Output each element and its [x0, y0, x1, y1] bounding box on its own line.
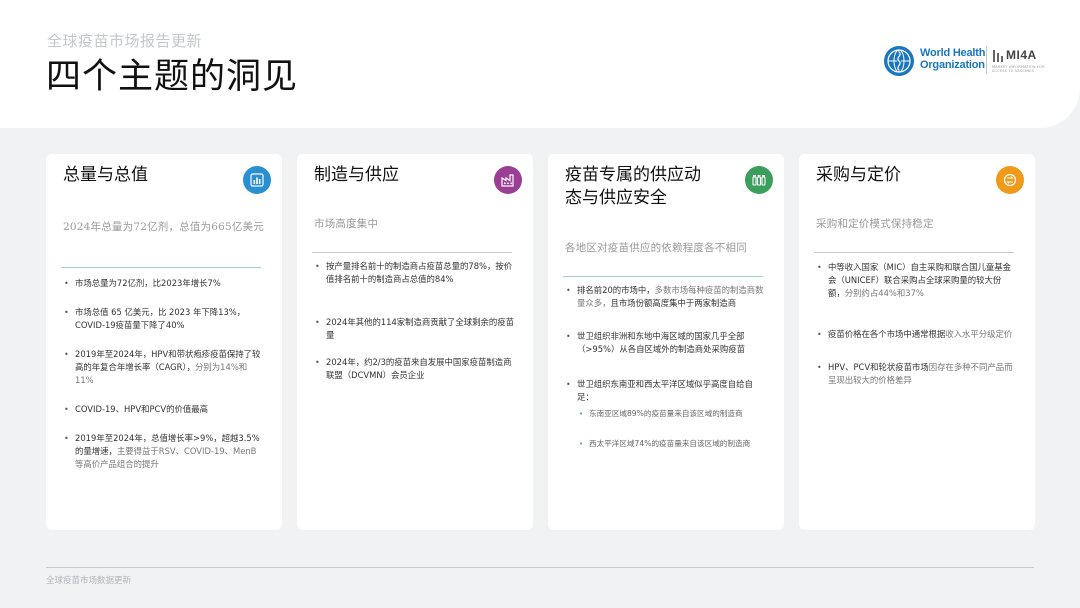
list-item: 世卫组织非洲和东地中海区域的国家几乎全部（>95%）从各自区域外的制造商处采购疫…	[566, 330, 766, 356]
list-item: 排名前20的市场中，多数市场每种疫苗的制造商数量众多，且市场份额高度集中于两家制…	[566, 284, 766, 310]
partner-logos: World Health Organization MI4A MARKET IN…	[882, 44, 1045, 76]
list-item: 疫苗价格在各个市场中通常根据收入水平分级定价	[817, 328, 1017, 341]
card-supply-dynamics-security: 疫苗专属的供应动态与供应安全 各地区对疫苗供应的依赖程度各不相同 排名前20的市…	[548, 154, 784, 530]
logo-divider	[986, 46, 987, 74]
vaccine-vials-icon	[745, 166, 773, 194]
card-divider	[312, 252, 512, 253]
list-item: COVID-19、HPV和PCV的价值最高	[64, 403, 264, 416]
card-divider	[61, 267, 261, 268]
list-item: 按产量排名前十的制造商占疫苗总量的78%，按价值排名前十的制造商占总值的84%	[315, 260, 515, 286]
sub-bullet-list: 东南亚区域89%的疫苗量来自该区域的制造商 西太平洋区域74%的疫苗量来自该区域…	[577, 408, 766, 450]
bar-chart-icon	[243, 166, 271, 194]
card-bullet-list: 中等收入国家（MIC）自主采购和联合国儿童基金会（UNICEF）联合采购占全球采…	[817, 261, 1017, 387]
mipa-logo-text: MI4A	[1006, 48, 1037, 62]
card-title: 疫苗专属的供应动态与供应安全	[565, 165, 701, 208]
list-item: 2024年其他的114家制造商贡献了全球剩余的疫苗量	[315, 316, 515, 342]
mipa-tagline: MARKET INFORMATION FOR ACCESS TO VACCINE…	[992, 65, 1045, 73]
list-item: 市场总值 65 亿美元，比 2023 年下降13%，COVID-19疫苗量下降了…	[64, 306, 264, 332]
card-volume-value: 总量与总值 2024年总量为72亿剂，总值为665亿美元 市场总量为72亿剂，比…	[46, 154, 282, 530]
card-procurement-pricing: 采购与定价 采购和定价模式保持稳定 中等收入国家（MIC）自主采购和联合国儿童基…	[799, 154, 1035, 530]
list-item: 西太平洋区域74%的疫苗量来自该区域的制造商	[577, 438, 766, 450]
card-title: 制造与供应	[314, 165, 399, 185]
card-manufacturing-supply: 制造与供应 市场高度集中 按产量排名前十的制造商占疫苗总量的78%，按价值排名前…	[297, 154, 533, 530]
card-subtitle: 2024年总量为72亿剂，总值为665亿美元	[63, 221, 265, 233]
card-title: 总量与总值	[63, 165, 148, 185]
card-bullet-list: 按产量排名前十的制造商占疫苗总量的78%，按价值排名前十的制造商占总值的84% …	[315, 260, 515, 382]
who-logo-text: World Health Organization	[920, 47, 986, 71]
list-item: 2019年至2024年，HPV和带状疱疹疫苗保持了较高的年复合年增长率（CAGR…	[64, 348, 264, 387]
mipa-emblem-icon	[993, 50, 1003, 62]
footer-text: 全球疫苗市场数据更新	[46, 576, 132, 586]
list-item: 2019年至2024年，总值增长率>9%，超越3.5%的量增速，主要得益于RSV…	[64, 432, 264, 471]
header-panel: 全球疫苗市场报告更新 四个主题的洞见 World Health Organiza…	[0, 0, 1080, 128]
card-subtitle: 采购和定价模式保持稳定	[816, 218, 934, 230]
list-item: 市场总量为72亿剂，比2023年增长7%	[64, 277, 264, 290]
price-exchange-icon	[996, 166, 1024, 194]
card-bullet-list: 排名前20的市场中，多数市场每种疫苗的制造商数量众多，且市场份额高度集中于两家制…	[566, 284, 766, 450]
list-item: 东南亚区域89%的疫苗量来自该区域的制造商	[577, 408, 766, 420]
card-divider	[814, 252, 1014, 253]
who-emblem-icon	[884, 46, 914, 76]
card-title: 采购与定价	[816, 165, 901, 185]
list-item: 中等收入国家（MIC）自主采购和联合国儿童基金会（UNICEF）联合采购占全球采…	[817, 261, 1017, 300]
card-bullet-list: 市场总量为72亿剂，比2023年增长7% 市场总值 65 亿美元，比 2023 …	[64, 277, 264, 471]
card-divider	[563, 276, 763, 277]
factory-icon	[494, 166, 522, 194]
list-item: HPV、PCV和轮状疫苗市场因存在多种不同产品而呈现出较大的价格差异	[817, 361, 1017, 387]
list-item: 2024年，约2/3的疫苗来自发展中国家疫苗制造商联盟（DCVMN）会员企业	[315, 356, 515, 382]
card-subtitle: 市场高度集中	[314, 218, 379, 230]
card-subtitle: 各地区对疫苗供应的依赖程度各不相同	[565, 242, 747, 254]
page-title: 四个主题的洞见	[46, 57, 299, 97]
list-item: 世卫组织东南亚和西太平洋区域似乎高度自给自足： 东南亚区域89%的疫苗量来自该区…	[566, 378, 766, 450]
footer-divider	[46, 567, 1034, 568]
